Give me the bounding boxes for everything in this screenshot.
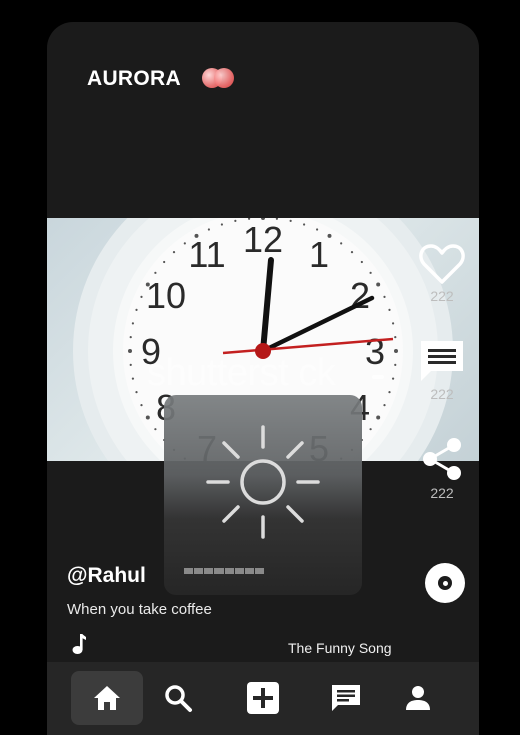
share-count: 222	[430, 485, 454, 501]
clock-numeral: 12	[243, 219, 283, 260]
like-count: 222	[430, 288, 454, 304]
sun-icon	[206, 425, 320, 539]
bottom-nav	[47, 662, 479, 735]
watermark-text: shutterst ck	[147, 352, 336, 394]
comment-count: 222	[430, 386, 454, 402]
message-icon	[332, 685, 360, 711]
post-username[interactable]: @Rahul	[67, 564, 146, 588]
nav-search-button[interactable]	[142, 671, 214, 725]
post-caption: When you take coffee	[67, 601, 212, 618]
clock-numeral: 1	[309, 234, 329, 275]
nav-profile-button[interactable]	[382, 671, 454, 725]
music-disc-icon[interactable]	[425, 563, 465, 603]
song-title[interactable]: The Funny Song	[288, 640, 392, 656]
app-logo	[202, 68, 242, 88]
brightness-level-bar	[184, 568, 264, 574]
clock-numeral: 10	[146, 275, 186, 316]
add-icon	[247, 682, 279, 714]
clock-numeral: 2	[350, 275, 370, 316]
nav-messages-button[interactable]	[310, 671, 382, 725]
search-icon	[165, 685, 192, 712]
phone-frame: AURORA 12123457891011 shutterst ck 222	[47, 22, 479, 735]
app-brand: AURORA	[87, 67, 181, 90]
comment-icon[interactable]	[418, 338, 466, 384]
like-action[interactable]: 222	[413, 242, 471, 304]
heart-icon[interactable]	[418, 242, 466, 286]
share-action[interactable]: 222	[413, 435, 471, 501]
nav-add-button[interactable]	[227, 671, 299, 725]
watermark-logo	[372, 375, 384, 379]
nav-home-button[interactable]	[71, 671, 143, 725]
clock-numeral: 11	[188, 234, 225, 275]
share-icon[interactable]	[418, 435, 466, 483]
home-icon	[94, 686, 120, 710]
brightness-hud	[164, 395, 362, 595]
clock-numeral: 3	[365, 331, 385, 372]
music-note-icon	[72, 634, 86, 654]
comment-action[interactable]: 222	[413, 338, 471, 402]
profile-icon	[406, 686, 430, 710]
